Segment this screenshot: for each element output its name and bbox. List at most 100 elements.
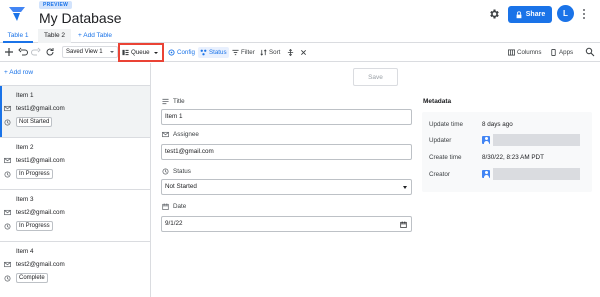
assignee-field-label: Assignee [162, 130, 199, 139]
refresh-icon[interactable] [45, 47, 55, 57]
metadata-row: Update time 8 days ago [429, 118, 513, 130]
status-group-button[interactable]: Status [198, 47, 229, 58]
metadata-value: 8 days ago [482, 120, 513, 128]
save-button[interactable]: Save [353, 68, 398, 86]
sort-icon [260, 49, 267, 56]
date-input[interactable]: 9/1/22 [161, 216, 412, 232]
status-chip: In Progress [16, 169, 53, 179]
toolbar: Saved View 1 Queue Config Status Filter … [0, 43, 600, 62]
person-icon [482, 170, 490, 178]
app-logo-icon [8, 5, 26, 23]
redo-icon[interactable] [31, 47, 41, 57]
tab-table-2[interactable]: Table 2 [38, 29, 71, 43]
metadata-key: Create time [429, 153, 462, 161]
database-title[interactable]: My Database [39, 10, 121, 26]
status-label: Status [209, 49, 227, 56]
status-circle-icon [4, 171, 11, 177]
date-input-value: 9/1/22 [165, 220, 183, 227]
email-icon [4, 209, 11, 215]
user-avatar[interactable]: L [557, 5, 574, 22]
tab-table-1[interactable]: Table 1 [3, 29, 33, 43]
metadata-key: Creator [429, 170, 450, 178]
status-circle-icon [4, 119, 11, 125]
status-circle-icon [4, 275, 11, 281]
status-select-value: Not Started [165, 183, 197, 190]
saved-view-label: Saved View 1 [66, 49, 103, 55]
metadata-row: Creator [429, 168, 580, 180]
add-icon[interactable] [4, 47, 14, 57]
item-title: Item 4 [16, 247, 34, 255]
close-view-button[interactable] [300, 47, 307, 58]
undo-icon[interactable] [18, 47, 28, 57]
search-icon[interactable] [585, 47, 595, 57]
config-icon [168, 49, 175, 56]
title-input[interactable]: Item 1 [161, 109, 412, 125]
redacted-name [493, 134, 580, 146]
item-email: test1@gmail.com [16, 104, 65, 112]
add-row-button[interactable]: + Add row [4, 68, 33, 78]
saved-view-select[interactable]: Saved View 1 [62, 46, 118, 58]
chevron-down-icon [153, 51, 158, 54]
list-item[interactable]: Item 4 test2@gmail.com Complete [0, 241, 150, 293]
share-button[interactable]: Share [508, 6, 552, 23]
share-label: Share [525, 11, 546, 18]
metadata-key: Updater [429, 136, 452, 144]
sort-label: Sort [269, 49, 281, 56]
list-item[interactable]: Item 1 test1@gmail.com Not Started [0, 85, 150, 137]
config-label: Config [177, 49, 195, 56]
calendar-icon[interactable] [400, 221, 407, 228]
apps-button[interactable]: Apps [550, 47, 573, 58]
metadata-row: Updater [429, 134, 580, 146]
email-icon [4, 157, 11, 163]
filter-button[interactable]: Filter [232, 47, 255, 58]
date-label-text: Date [173, 203, 187, 210]
more-menu-icon[interactable] [581, 8, 587, 20]
item-title: Item 2 [16, 143, 34, 151]
status-label-text: Status [173, 168, 191, 175]
creator-person [482, 168, 580, 180]
status-select[interactable]: Not Started [161, 179, 412, 195]
title-field-label: Title [162, 97, 185, 106]
group-icon [200, 49, 207, 56]
status-chip: In Progress [16, 221, 53, 231]
item-email: test2@gmail.com [16, 208, 65, 216]
row-height-button[interactable] [287, 47, 294, 58]
record-list: Item 1 test1@gmail.com Not Started Item … [0, 85, 150, 293]
status-circle-icon [162, 168, 169, 175]
status-chip: Not Started [16, 117, 53, 127]
assignee-input[interactable]: test1@gmail.com [161, 144, 412, 160]
sort-button[interactable]: Sort [260, 47, 280, 58]
person-icon [482, 136, 490, 144]
status-chip: Complete [16, 273, 48, 283]
assignee-label-text: Assignee [173, 131, 199, 138]
columns-button[interactable]: Columns [508, 47, 541, 58]
add-table-button[interactable]: + Add Table [78, 29, 112, 43]
chevron-down-icon [110, 51, 114, 53]
redacted-name [493, 168, 580, 180]
email-icon [4, 261, 11, 267]
item-email: test1@gmail.com [16, 156, 65, 164]
queue-icon [122, 49, 129, 56]
calendar-icon [162, 203, 169, 210]
status-field-label: Status [162, 167, 191, 176]
metadata-panel: Update time 8 days ago Updater Create ti… [422, 112, 592, 192]
apps-label: Apps [559, 49, 574, 56]
list-item[interactable]: Item 3 test2@gmail.com In Progress [0, 189, 150, 241]
item-title: Item 1 [16, 91, 34, 99]
status-circle-icon [4, 223, 11, 229]
item-email: test2@gmail.com [16, 260, 65, 268]
row-height-icon [287, 49, 294, 56]
filter-icon [232, 49, 239, 56]
queue-view-button[interactable]: Queue [122, 47, 162, 58]
queue-label: Queue [131, 49, 150, 56]
settings-gear-icon[interactable] [488, 8, 500, 20]
config-button[interactable]: Config [168, 47, 195, 58]
list-item[interactable]: Item 2 test1@gmail.com In Progress [0, 137, 150, 189]
table-tabs: Table 1 Table 2 + Add Table [0, 29, 600, 43]
filter-label: Filter [241, 49, 255, 56]
item-title: Item 3 [16, 195, 34, 203]
date-field-label: Date [162, 202, 186, 211]
text-lines-icon [162, 98, 169, 105]
metadata-title: Metadata [423, 98, 452, 105]
email-icon [4, 105, 11, 111]
